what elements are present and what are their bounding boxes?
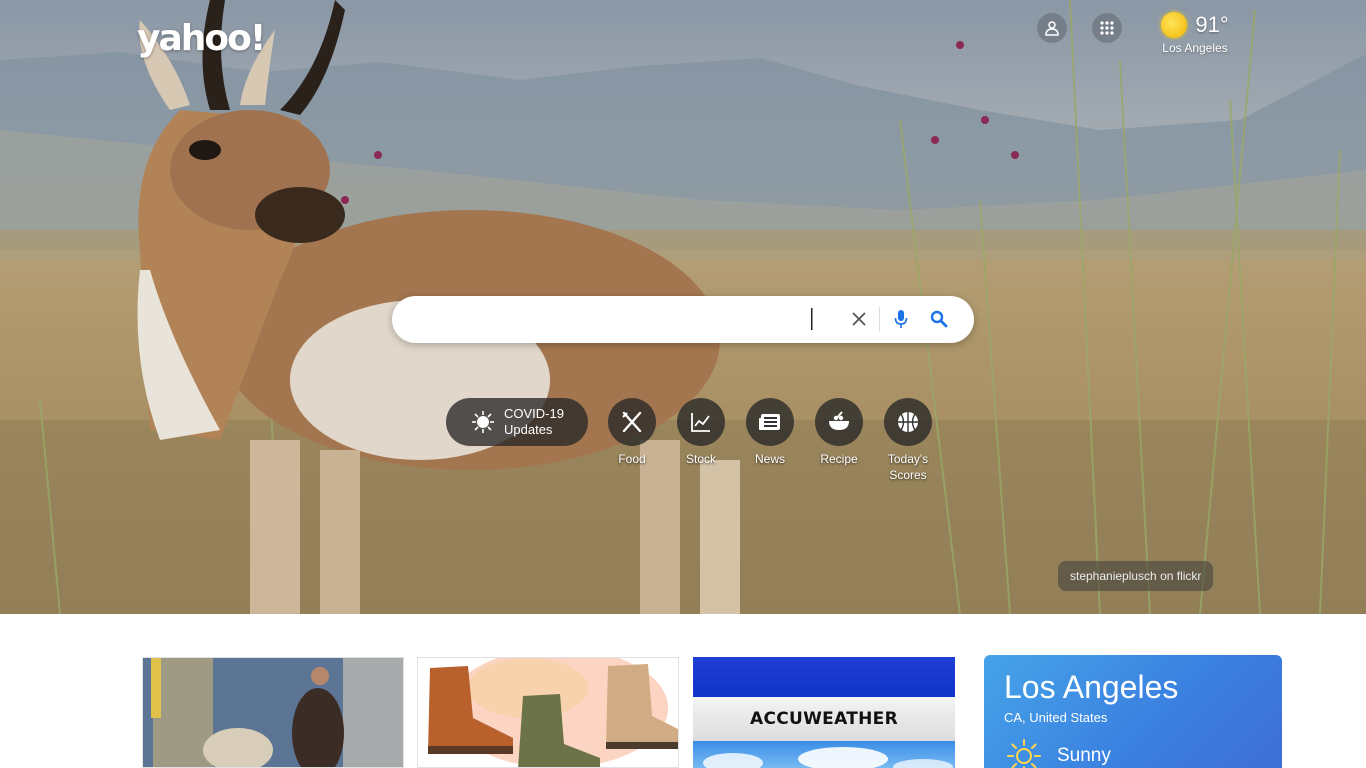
header-city: Los Angeles [1162, 41, 1228, 55]
story-card-2[interactable] [417, 657, 679, 768]
cloud-image [703, 747, 953, 768]
grid-icon [1100, 21, 1114, 35]
voice-search-button[interactable] [889, 307, 913, 331]
sun-icon [1007, 739, 1041, 768]
quick-link-label: News [754, 452, 785, 466]
quick-link-label: Food [618, 452, 646, 466]
virus-icon [472, 411, 494, 433]
photo-credit[interactable]: stephanieplusch on flickr [1058, 561, 1214, 591]
quick-link-label: Recipe [820, 452, 858, 466]
search-button[interactable] [927, 307, 951, 331]
close-icon [852, 312, 866, 326]
header-weather[interactable]: 91° Los Angeles [1150, 12, 1240, 55]
quick-link-recipe[interactable]: Recipe [807, 398, 871, 467]
basketball-icon [898, 412, 918, 432]
search-icon [930, 310, 948, 328]
user-icon [1045, 21, 1059, 36]
accuweather-card[interactable]: ACCUWEATHER [693, 657, 955, 768]
weather-condition: Sunny [1057, 745, 1111, 766]
account-button[interactable] [1037, 13, 1067, 43]
clear-search-button[interactable] [847, 307, 871, 331]
newspaper-icon [759, 414, 780, 430]
search-bar [392, 296, 974, 343]
quick-link-food[interactable]: Food [600, 398, 664, 467]
quick-link-stock[interactable]: Stock [669, 398, 733, 467]
text-caret [811, 308, 813, 330]
accuweather-banner [693, 657, 955, 697]
search-divider [879, 307, 880, 332]
weather-city: Los Angeles [1004, 669, 1179, 705]
header-temperature: 91° [1195, 12, 1229, 37]
chart-icon [691, 413, 710, 432]
yahoo-logo[interactable]: yahoo! [137, 18, 266, 59]
story-card-1[interactable] [142, 657, 404, 768]
weather-region: CA, United States [1004, 710, 1108, 725]
bowl-icon [829, 411, 849, 430]
covid-label: COVID-19 Updates [504, 406, 564, 437]
covid-updates-button[interactable]: COVID-19 Updates [446, 398, 588, 446]
sun-icon [1161, 12, 1188, 38]
quick-link-news[interactable]: News [738, 398, 802, 467]
boots-image [428, 658, 678, 767]
quick-link-todays-scores[interactable]: Today's Scores [876, 398, 940, 483]
sky-image [693, 741, 955, 768]
microphone-icon [894, 310, 908, 328]
fork-knife-icon [622, 411, 642, 433]
apps-button[interactable] [1092, 13, 1122, 43]
weather-card[interactable]: Los Angeles CA, United States Sunny [984, 655, 1282, 768]
quick-link-label: Today's Scores [887, 452, 929, 482]
accuweather-title: ACCUWEATHER [693, 697, 955, 741]
search-input[interactable] [414, 306, 824, 333]
quick-link-label: Stock [685, 452, 716, 466]
story-card-image [143, 658, 403, 767]
